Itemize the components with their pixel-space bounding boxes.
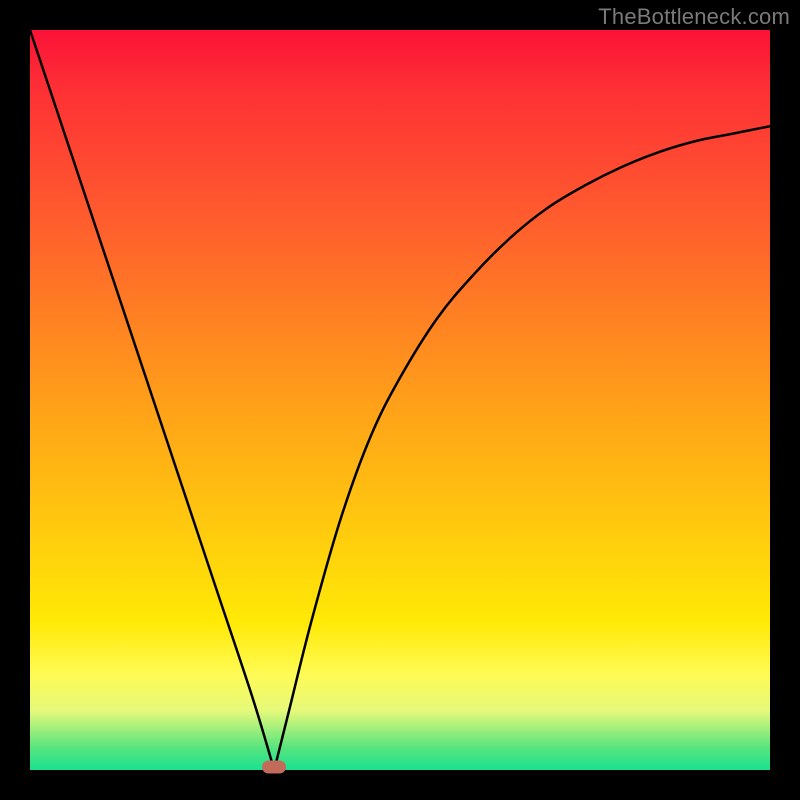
chart-container: TheBottleneck.com <box>0 0 800 800</box>
plot-area <box>30 30 770 770</box>
bottleneck-curve <box>30 30 770 770</box>
optimum-marker <box>262 761 286 774</box>
watermark-text: TheBottleneck.com <box>598 4 790 30</box>
